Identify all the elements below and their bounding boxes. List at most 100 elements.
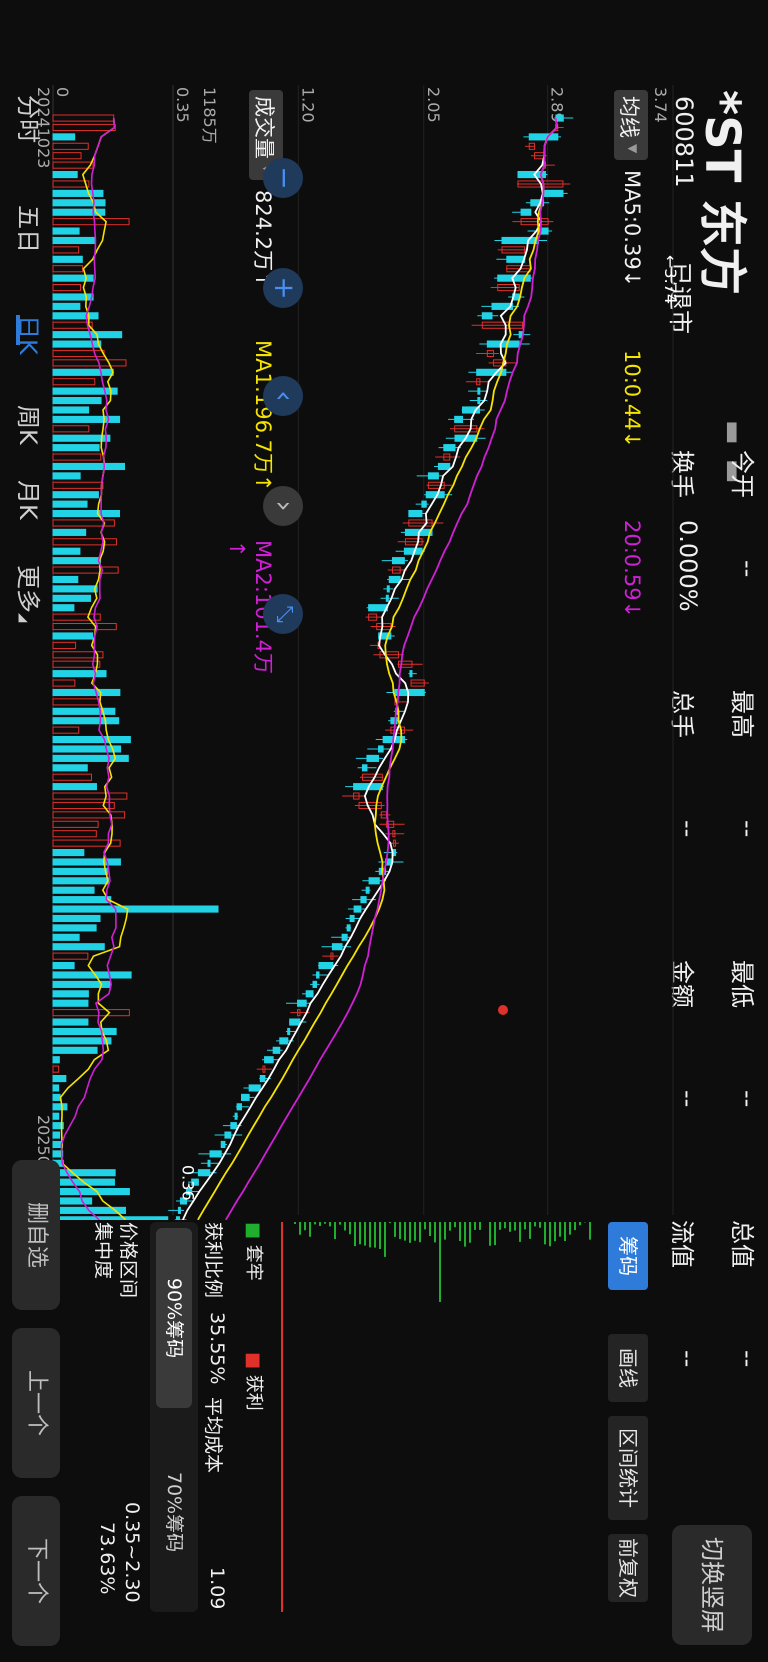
volume-bar xyxy=(52,604,75,612)
volume-bar xyxy=(52,133,76,141)
scroll-right-icon[interactable]: › xyxy=(263,486,303,526)
zoom-out-icon[interactable]: − xyxy=(263,158,303,198)
volume-bar xyxy=(52,867,108,875)
volume-bar xyxy=(52,792,128,800)
volume-bar xyxy=(52,1027,117,1036)
volume-bar xyxy=(52,575,79,584)
avg-cost-value: 1.09 xyxy=(206,1567,228,1610)
volume-bar xyxy=(52,227,80,235)
volume-bar xyxy=(52,397,102,405)
volume-bar xyxy=(52,999,89,1007)
candle-body xyxy=(543,189,564,197)
volume-bar xyxy=(52,943,105,951)
avg-cost-label: 平均成本 xyxy=(202,1397,224,1474)
volume-bar xyxy=(52,1103,68,1111)
volume-bar xyxy=(52,1216,169,1220)
tab-forward-adjust[interactable]: 前复权 xyxy=(608,1534,648,1602)
volume-bar xyxy=(52,566,119,574)
candle-body xyxy=(391,557,405,565)
zoom-in-icon[interactable]: + xyxy=(263,268,303,308)
collapse-icon[interactable]: ⤡ xyxy=(263,594,303,634)
candle-body xyxy=(443,444,456,452)
price-range-label: 价格区间 xyxy=(117,1222,139,1299)
volume-bar xyxy=(52,1188,130,1196)
candle-body xyxy=(388,575,401,584)
switch-portrait-button[interactable]: 切换竖屏 xyxy=(672,1525,752,1645)
candle-body xyxy=(365,886,370,894)
volume-bar xyxy=(52,924,97,932)
volume-bar xyxy=(52,962,75,970)
tab-chips-70[interactable]: 70%筹码 xyxy=(156,1422,192,1602)
next-button[interactable]: 下一个 xyxy=(12,1496,60,1646)
candle-body xyxy=(272,1046,281,1054)
volume-selector-label: 成交量 xyxy=(252,96,276,159)
candle-body xyxy=(279,1037,289,1045)
candle-body xyxy=(297,999,307,1007)
volume-zero-tick: 0 xyxy=(53,87,72,97)
volume-bar xyxy=(52,1084,60,1092)
candle-body xyxy=(259,1075,266,1083)
tab-more[interactable]: 更多◢ xyxy=(13,565,48,622)
tab-intraday[interactable]: 分时 xyxy=(13,95,48,143)
candle-body xyxy=(341,933,348,941)
candle-body xyxy=(305,990,314,998)
candle-body xyxy=(312,980,318,988)
volume-bar xyxy=(52,849,85,857)
volume-ma1: MA1:196.7万↑ xyxy=(251,340,275,492)
volume-bar xyxy=(52,557,101,565)
volume-bar xyxy=(52,321,93,329)
volume-bar xyxy=(52,1093,61,1101)
price-tick-label: 2.05 xyxy=(424,87,443,123)
candle-body xyxy=(528,133,559,141)
tab-weekly-k[interactable]: 周K xyxy=(13,405,48,445)
volume-bar xyxy=(52,500,88,508)
volume-chart[interactable]: 1185万02024102320250414 xyxy=(33,85,228,1220)
candle-body xyxy=(236,1103,242,1111)
stat-open-value: -- xyxy=(734,560,762,578)
candle-body xyxy=(501,236,540,245)
landscape-stage: *ST 东方 ▬ ▬ 600811 已退市 今开 -- 最高 -- 最低 -- … xyxy=(0,0,768,1662)
tab-five-day[interactable]: 五日 xyxy=(13,205,48,253)
volume-bar xyxy=(52,274,94,282)
legend-trapped: ■ 套牢 xyxy=(243,1222,264,1281)
tab-draw[interactable]: 画线 xyxy=(608,1334,648,1402)
volume-bar xyxy=(52,1056,60,1064)
stat-float-label: 流值 xyxy=(668,1220,696,1268)
volume-bar xyxy=(52,820,99,828)
tab-monthly-k[interactable]: 月K xyxy=(13,480,48,520)
volume-bar xyxy=(52,378,96,386)
volume-bar xyxy=(52,623,117,631)
volume-bar xyxy=(52,481,104,489)
volume-bar xyxy=(52,1075,67,1083)
candle-body xyxy=(240,1093,250,1101)
volume-bar xyxy=(52,444,100,452)
tab-chips-90[interactable]: 90%筹码 xyxy=(156,1228,192,1408)
volume-bar xyxy=(52,1018,89,1026)
stat-float-value: -- xyxy=(674,1350,702,1368)
volume-bar xyxy=(52,858,121,866)
tab-more-label: 更多 xyxy=(14,565,42,613)
stat-low-value: -- xyxy=(734,1090,762,1108)
volume-bar xyxy=(52,528,87,536)
volume-top-tick: 1185万 xyxy=(200,87,219,144)
volume-bar xyxy=(52,265,83,273)
candle-body xyxy=(289,1018,301,1026)
tab-range-stats[interactable]: 区间统计 xyxy=(608,1416,648,1520)
volume-bar xyxy=(52,491,99,499)
remove-watchlist-button[interactable]: 删自选 xyxy=(12,1160,60,1310)
scroll-left-icon[interactable]: ‹ xyxy=(263,376,303,416)
candle-body xyxy=(234,1112,238,1120)
volume-bar xyxy=(52,830,97,838)
volume-bar xyxy=(52,914,101,923)
volume-bar xyxy=(52,896,112,904)
previous-button[interactable]: 上一个 xyxy=(12,1328,60,1478)
profit-ratio-value: 35.55% xyxy=(206,1312,228,1385)
chip-range-tabs: 90%筹码 70%筹码 xyxy=(150,1222,198,1612)
stat-high-value: -- xyxy=(734,820,762,838)
volume-bar xyxy=(52,453,102,461)
volume-bar xyxy=(52,990,89,998)
candle-body xyxy=(287,1027,291,1036)
volume-bar xyxy=(52,679,76,687)
tab-chips[interactable]: 筹码 xyxy=(608,1222,648,1290)
volume-bar xyxy=(52,425,90,433)
